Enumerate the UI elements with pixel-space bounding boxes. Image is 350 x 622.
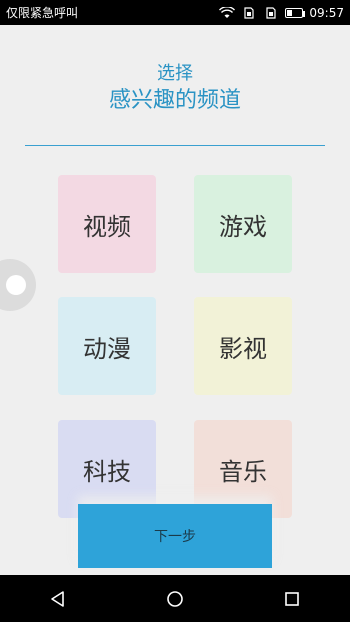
next-step-button[interactable]: 下一步 [78, 504, 272, 568]
floating-assistive-button[interactable] [0, 259, 36, 311]
sim-card-icon [266, 6, 277, 19]
sim-card-icon [244, 6, 255, 19]
title-divider [25, 145, 325, 146]
channel-tile-games[interactable]: 游戏 [194, 175, 292, 273]
battery-icon [285, 7, 306, 18]
wifi-icon [219, 6, 236, 18]
page-title: 选择 感兴趣的频道 [0, 63, 350, 115]
recents-icon [284, 591, 299, 606]
channel-tile-film-tv[interactable]: 影视 [194, 297, 292, 395]
status-bar: 仅限紧急呼叫 09:57 [0, 0, 350, 25]
title-line-1: 选择 [157, 63, 193, 84]
home-button[interactable] [150, 575, 200, 622]
channel-selection-screen: 选择 感兴趣的频道 视频 游戏 动漫 影视 科技 音乐 下一步 [0, 25, 350, 575]
carrier-text: 仅限紧急呼叫 [6, 6, 79, 20]
back-button[interactable] [33, 575, 83, 622]
clock: 09:57 [309, 5, 344, 20]
navigation-bar [0, 575, 350, 622]
channel-tile-anime[interactable]: 动漫 [58, 297, 156, 395]
home-icon [167, 590, 183, 607]
circle-icon [6, 275, 26, 295]
back-icon [51, 590, 65, 607]
channel-tile-video[interactable]: 视频 [58, 175, 156, 273]
recents-button[interactable] [267, 575, 317, 622]
title-line-2: 感兴趣的频道 [108, 88, 241, 113]
